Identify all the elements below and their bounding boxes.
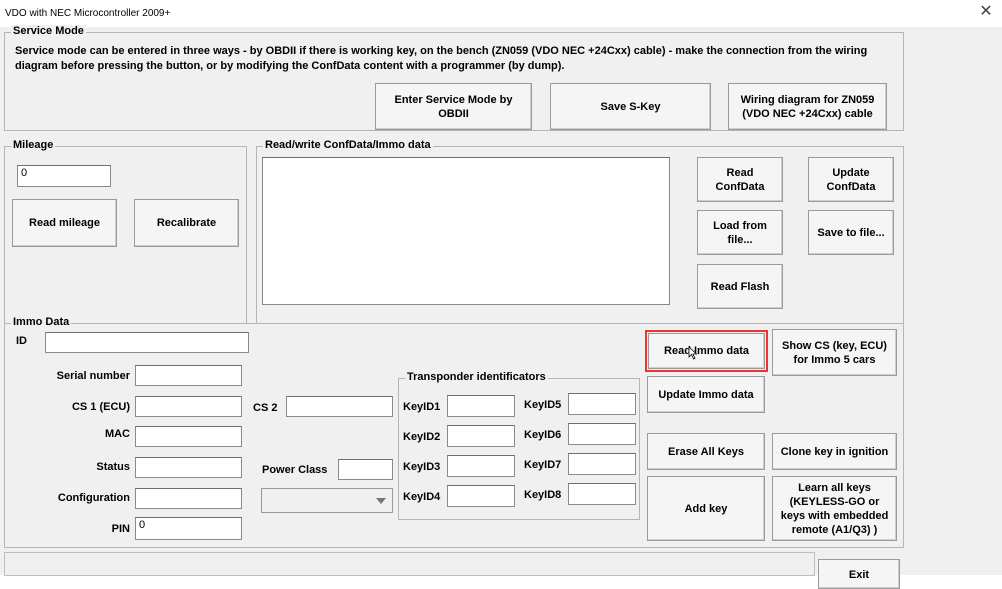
keyid2-field[interactable] (447, 425, 515, 447)
update-immo-data-button[interactable]: Update Immo data (647, 376, 765, 413)
keyid1-field[interactable] (447, 395, 515, 417)
confdata-group: Read/write ConfData/Immo data Read ConfD… (256, 139, 904, 324)
keyid1-label: KeyID1 (403, 401, 441, 413)
show-cs-button[interactable]: Show CS (key, ECU) for Immo 5 cars (772, 329, 897, 376)
close-icon[interactable]: ✕ (978, 4, 994, 20)
keyid5-label: KeyID5 (524, 399, 562, 411)
status-bar (4, 552, 815, 576)
transponder-legend: Transponder identificators (405, 371, 548, 383)
pin-label: PIN (111, 523, 130, 535)
cs2-field[interactable] (286, 396, 393, 417)
clone-key-button[interactable]: Clone key in ignition (772, 433, 897, 470)
keyid7-label: KeyID7 (524, 459, 562, 471)
keyid7-field[interactable] (568, 453, 636, 475)
serial-number-field[interactable] (135, 365, 242, 386)
read-confdata-button[interactable]: Read ConfData (697, 157, 783, 202)
client-area: Service Mode Service mode can be entered… (0, 25, 1002, 589)
keyid4-field[interactable] (447, 485, 515, 507)
keyid3-field[interactable] (447, 455, 515, 477)
confdata-legend: Read/write ConfData/Immo data (263, 139, 433, 151)
wiring-diagram-button[interactable]: Wiring diagram for ZN059 (VDO NEC +24Cxx… (728, 83, 887, 130)
keyid8-label: KeyID8 (524, 489, 562, 501)
keyid6-field[interactable] (568, 423, 636, 445)
immo-data-legend: Immo Data (11, 316, 72, 328)
serial-number-label: Serial number (56, 370, 130, 382)
mileage-field[interactable]: 0 (17, 165, 111, 187)
service-mode-info: Service mode can be entered in three way… (15, 45, 868, 72)
keyid2-label: KeyID2 (403, 431, 441, 443)
pin-field[interactable]: 0 (135, 517, 242, 540)
status-label: Status (96, 461, 130, 473)
recalibrate-button[interactable]: Recalibrate (134, 199, 239, 247)
status-field[interactable] (135, 457, 242, 478)
mouse-pointer-icon (688, 346, 698, 360)
power-class-field[interactable] (338, 459, 393, 480)
add-key-button[interactable]: Add key (647, 476, 765, 541)
keyid6-label: KeyID6 (524, 429, 562, 441)
cs1-field[interactable] (135, 396, 242, 417)
cs2-label: CS 2 (253, 402, 278, 414)
read-immo-data-button[interactable]: Read Immo data (645, 330, 768, 372)
erase-all-keys-button[interactable]: Erase All Keys (647, 433, 765, 470)
read-mileage-button[interactable]: Read mileage (12, 199, 117, 247)
chevron-down-icon (376, 498, 386, 504)
title-bar: VDO with NEC Microcontroller 2009+ ✕ (0, 0, 1002, 30)
mac-label: MAC (104, 428, 130, 440)
service-mode-group: Service Mode Service mode can be entered… (4, 25, 904, 131)
mileage-group: Mileage 0 Read mileage Recalibrate (4, 139, 247, 324)
save-to-file-button[interactable]: Save to file... (808, 210, 894, 255)
id-label: ID (16, 335, 27, 347)
confdata-textarea[interactable] (262, 157, 670, 305)
mac-field[interactable] (135, 426, 242, 447)
power-class-label: Power Class (262, 464, 328, 476)
power-class-select[interactable] (261, 488, 393, 513)
id-field[interactable] (45, 332, 249, 353)
keyid8-field[interactable] (568, 483, 636, 505)
read-flash-button[interactable]: Read Flash (697, 264, 783, 309)
keyid4-label: KeyID4 (403, 491, 441, 503)
enter-service-mode-button[interactable]: Enter Service Mode by OBDII (375, 83, 532, 130)
learn-all-keys-button[interactable]: Learn all keys (KEYLESS-GO or keys with … (772, 476, 897, 541)
configuration-field[interactable] (135, 488, 242, 509)
save-skey-button[interactable]: Save S-Key (550, 83, 711, 130)
service-mode-legend: Service Mode (11, 25, 86, 37)
keyid3-label: KeyID3 (403, 461, 441, 473)
window-title: VDO with NEC Microcontroller 2009+ (5, 8, 171, 19)
cs1-label: CS 1 (ECU) (71, 401, 130, 413)
exit-button[interactable]: Exit (818, 559, 900, 589)
configuration-label: Configuration (57, 492, 130, 504)
load-from-file-button[interactable]: Load from file... (697, 210, 783, 255)
keyid5-field[interactable] (568, 393, 636, 415)
update-confdata-button[interactable]: Update ConfData (808, 157, 894, 202)
mileage-legend: Mileage (11, 139, 56, 151)
